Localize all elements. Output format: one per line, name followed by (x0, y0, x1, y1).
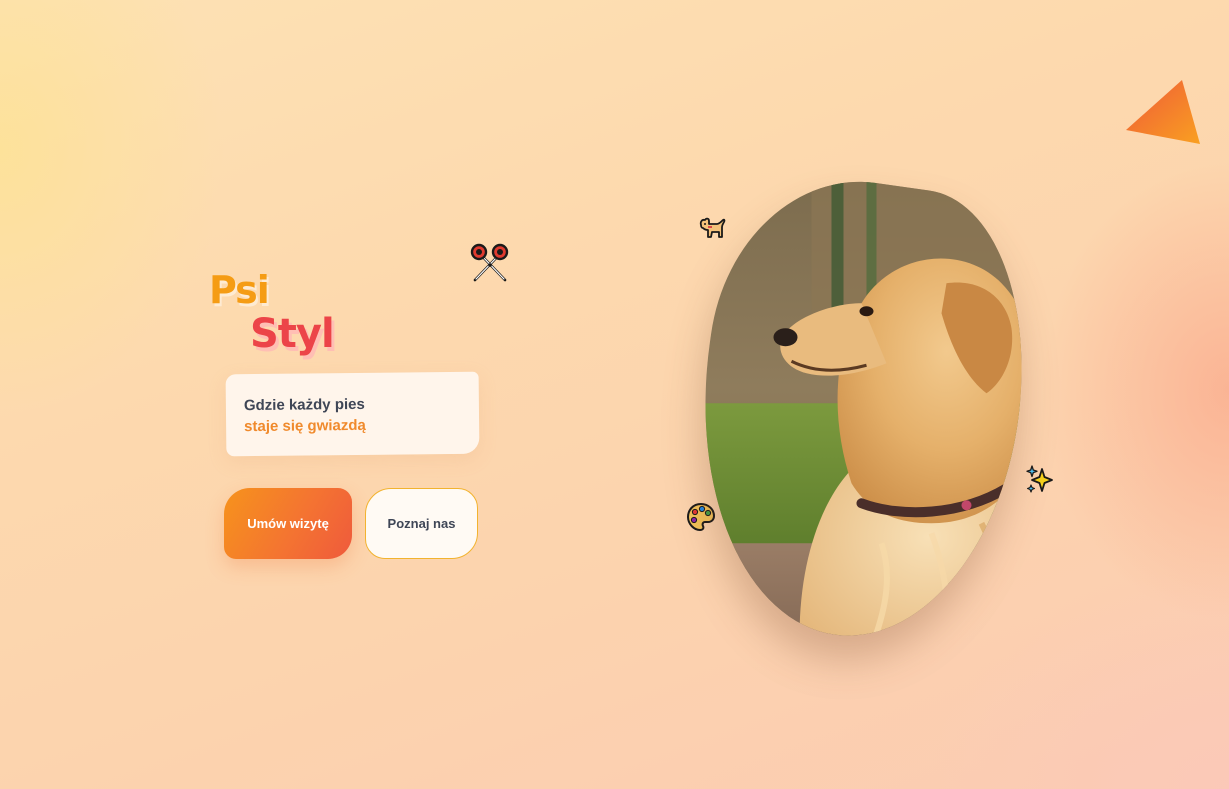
tagline-highlight: staje się gwiazdą (244, 416, 366, 436)
dog-icon (699, 217, 726, 238)
decorative-triangle (1126, 80, 1200, 144)
book-visit-button[interactable]: Umów wizytę (224, 488, 352, 559)
brand-title-line-1: Psi (209, 268, 270, 312)
about-us-button[interactable]: Poznaj nas (365, 488, 478, 559)
tagline-text: Gdzie każdy pies (243, 395, 365, 415)
sparkles-icon (1026, 465, 1053, 493)
brand-title-line-2: Styl (250, 311, 335, 357)
golden-retriever-photo (672, 163, 1048, 656)
dog-photo-illustration (672, 163, 1048, 656)
tagline-card: Gdzie każdy pies staje się gwiazdą (225, 371, 480, 457)
scissors-icon (470, 243, 509, 282)
